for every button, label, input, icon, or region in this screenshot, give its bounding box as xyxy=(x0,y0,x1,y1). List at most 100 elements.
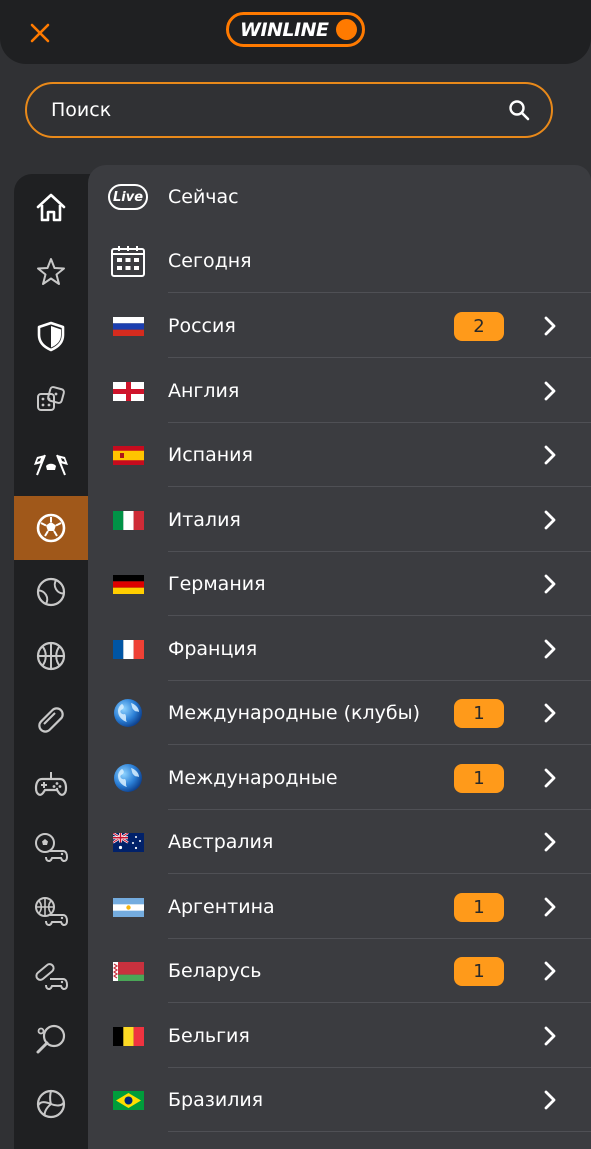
shield-icon xyxy=(37,321,65,352)
sidebar-item-tennis[interactable] xyxy=(14,560,88,624)
menu-row-label: Международные xyxy=(168,767,338,789)
menu-row-italy[interactable]: Италия xyxy=(88,488,591,552)
flag-be-icon xyxy=(108,1016,148,1056)
menu-row-spain[interactable]: Испания xyxy=(88,423,591,487)
count-badge: 1 xyxy=(454,698,504,728)
sidebar-item-volleyball[interactable] xyxy=(14,1072,88,1136)
sidebar-item-cyber-basketball[interactable] xyxy=(14,880,88,944)
cyber-football-icon xyxy=(35,833,69,862)
sidebar-item-cyber-football[interactable] xyxy=(14,816,88,880)
sidebar-item-football[interactable] xyxy=(14,496,88,560)
sport-sidebar xyxy=(14,174,90,1149)
search-bar[interactable] xyxy=(25,82,553,138)
sidebar-item-shield[interactable] xyxy=(14,304,88,368)
menu-row-belgium[interactable]: Бельгия xyxy=(88,1004,591,1068)
dice-icon xyxy=(37,386,65,411)
sidebar-item-cyber-hockey[interactable] xyxy=(14,944,88,1008)
flag-de-icon xyxy=(108,564,148,604)
menu-row-label: Австралия xyxy=(168,831,274,853)
home-icon xyxy=(36,193,66,222)
menu-row-australia[interactable]: Австралия xyxy=(88,810,591,874)
basketball-icon xyxy=(36,641,66,671)
search-icon[interactable] xyxy=(507,98,531,122)
sidebar-item-home[interactable] xyxy=(14,176,88,240)
menu-row-label: Аргентина xyxy=(168,896,275,918)
menu-row-label: Бельгия xyxy=(168,1025,250,1047)
menu-row-label: Россия xyxy=(168,315,236,337)
chevron-right-icon xyxy=(538,701,562,725)
chevron-right-icon xyxy=(538,959,562,983)
category-panel: Live Сейчас Сегодня Россия 2 Англия Испа… xyxy=(88,165,591,1149)
gamepad-icon xyxy=(34,772,68,796)
live-badge: Live xyxy=(108,184,148,210)
menu-row-label: Италия xyxy=(168,509,241,531)
search-input[interactable] xyxy=(51,99,507,121)
racing-flags-icon xyxy=(34,454,68,476)
flag-ru-icon xyxy=(108,306,148,346)
flag-it-icon xyxy=(108,500,148,540)
chevron-right-icon xyxy=(538,830,562,854)
count-badge: 1 xyxy=(454,956,504,986)
menu-row-france[interactable]: Франция xyxy=(88,617,591,681)
menu-row-label: Бразилия xyxy=(168,1089,264,1111)
chevron-right-icon xyxy=(538,508,562,532)
row-divider xyxy=(168,486,591,487)
row-divider xyxy=(168,744,591,745)
menu-row-international-clubs[interactable]: Международные (клубы) 1 xyxy=(88,681,591,745)
sidebar-item-dice[interactable] xyxy=(14,368,88,432)
row-divider xyxy=(168,1131,591,1132)
sidebar-item-hockey[interactable] xyxy=(14,688,88,752)
menu-row-label: Англия xyxy=(168,380,240,402)
football-icon xyxy=(36,513,66,543)
menu-row-germany[interactable]: Германия xyxy=(88,552,591,616)
menu-row-label: Германия xyxy=(168,573,266,595)
row-divider xyxy=(168,292,591,293)
chevron-right-icon xyxy=(538,895,562,919)
row-divider xyxy=(168,615,591,616)
menu-row-belarus[interactable]: Беларусь 1 xyxy=(88,939,591,1003)
hockey-puck-icon xyxy=(38,707,64,733)
menu-row-international[interactable]: Международные 1 xyxy=(88,746,591,810)
menu-row-label: Сегодня xyxy=(168,250,252,272)
cyber-basketball-icon xyxy=(35,897,69,926)
row-divider xyxy=(168,873,591,874)
chevron-right-icon xyxy=(538,443,562,467)
sidebar-item-basketball[interactable] xyxy=(14,624,88,688)
menu-row-label: Международные (клубы) xyxy=(168,702,421,724)
count-badge: 2 xyxy=(454,311,504,341)
top-bar: WINLINE xyxy=(0,0,591,64)
globe-icon xyxy=(108,693,148,733)
flag-england-icon xyxy=(108,371,148,411)
chevron-right-icon xyxy=(538,637,562,661)
winline-logo[interactable]: WINLINE xyxy=(226,12,365,47)
menu-row-brazil[interactable]: Бразилия xyxy=(88,1068,591,1132)
menu-row-russia[interactable]: Россия 2 xyxy=(88,294,591,358)
calendar-icon xyxy=(108,241,148,281)
cyber-hockey-icon xyxy=(35,963,69,990)
sidebar-item-table-tennis[interactable] xyxy=(14,1008,88,1072)
menu-row-argentina[interactable]: Аргентина 1 xyxy=(88,875,591,939)
row-divider xyxy=(168,1002,591,1003)
count-badge: 1 xyxy=(454,892,504,922)
flag-br-icon xyxy=(108,1080,148,1120)
close-button[interactable] xyxy=(24,17,56,49)
chevron-right-icon xyxy=(538,314,562,338)
globe-icon xyxy=(108,758,148,798)
menu-row-label: Сейчас xyxy=(168,186,239,208)
menu-row-england[interactable]: Англия xyxy=(88,359,591,423)
logo-dot xyxy=(336,19,357,40)
chevron-right-icon xyxy=(538,379,562,403)
sidebar-item-favorites[interactable] xyxy=(14,240,88,304)
menu-row-label: Испания xyxy=(168,444,253,466)
chevron-right-icon xyxy=(538,572,562,596)
menu-row-live[interactable]: Live Сейчас xyxy=(88,165,591,229)
star-icon xyxy=(37,258,65,285)
flag-es-icon xyxy=(108,435,148,475)
sidebar-item-racing[interactable] xyxy=(14,432,88,496)
menu-row-today[interactable]: Сегодня xyxy=(88,229,591,293)
sidebar-item-esports[interactable] xyxy=(14,752,88,816)
volleyball-icon xyxy=(36,1089,66,1119)
flag-au-icon xyxy=(108,822,148,862)
flag-ar-icon xyxy=(108,887,148,927)
close-icon xyxy=(30,23,50,43)
